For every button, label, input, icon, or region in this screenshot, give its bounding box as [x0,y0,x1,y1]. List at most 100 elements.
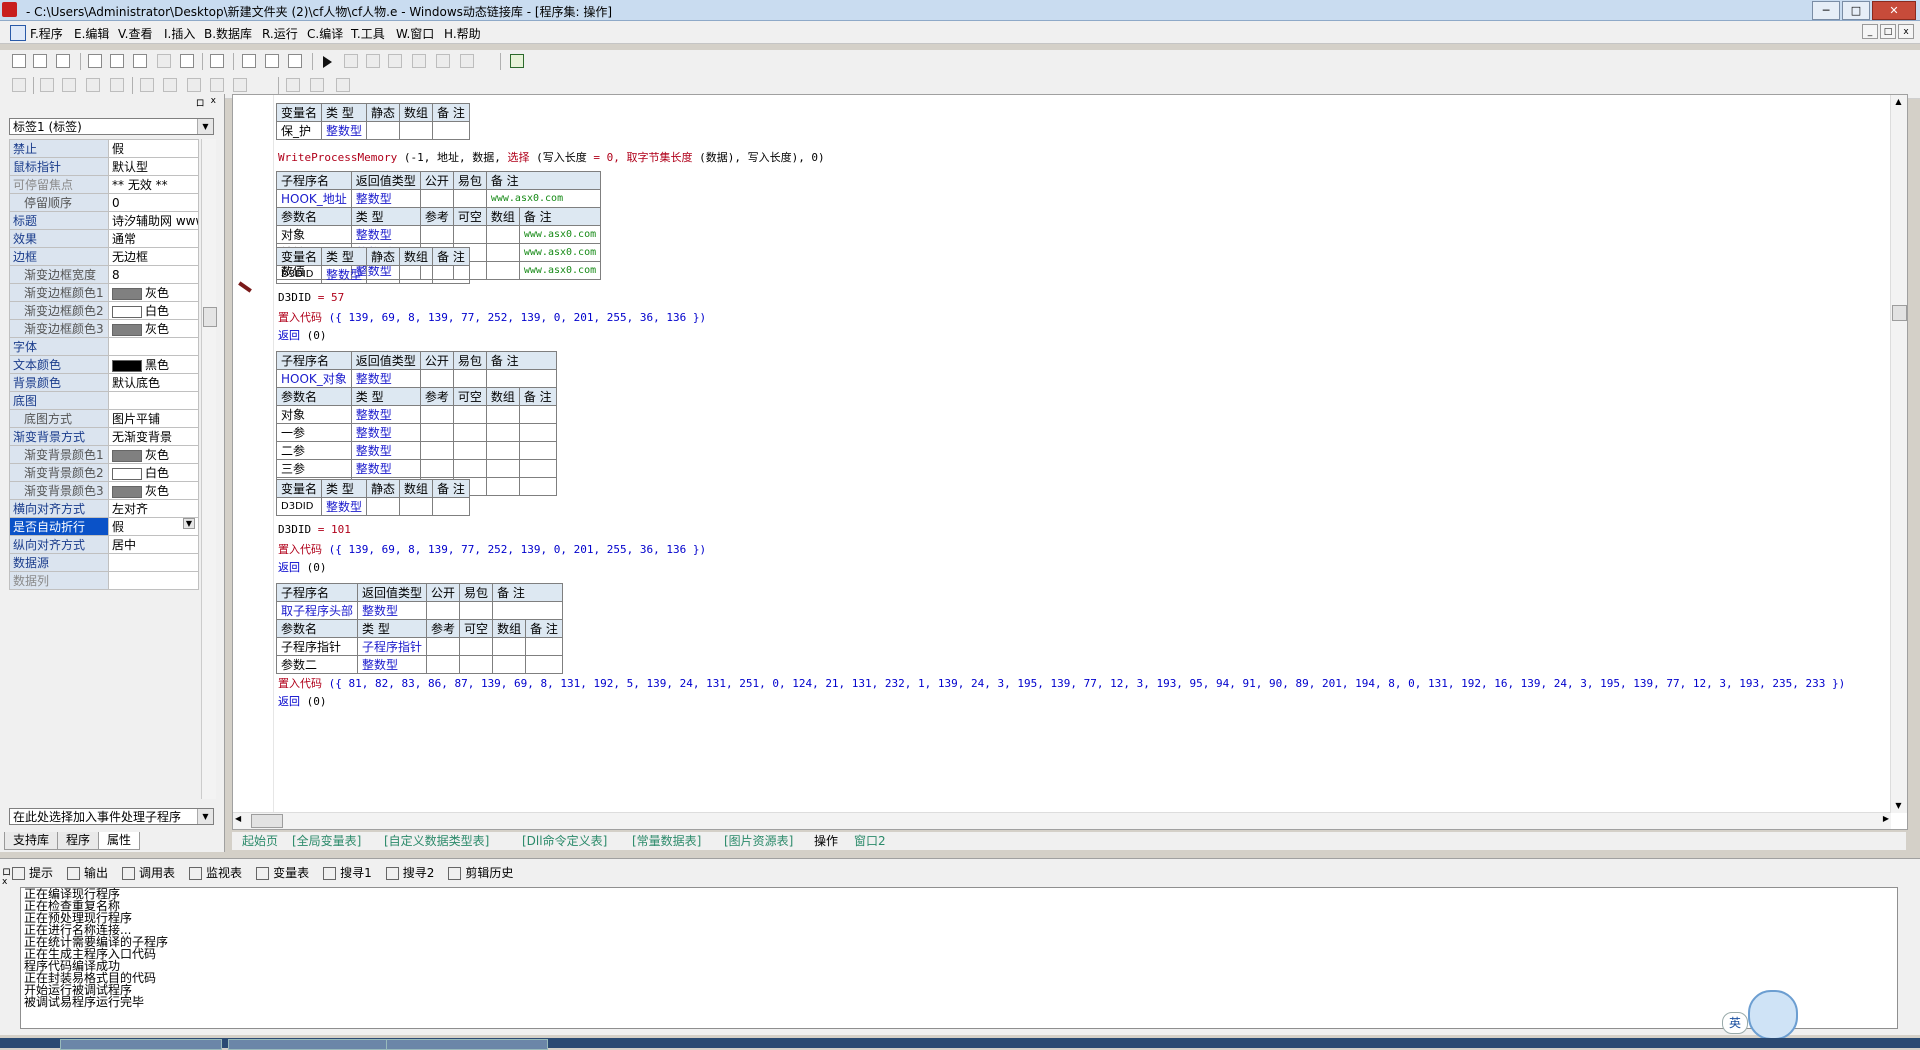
property-name[interactable]: 渐变背景颜色3 [9,481,109,500]
cell[interactable] [452,459,487,478]
property-row[interactable]: 数据源 [9,553,199,572]
cell[interactable] [518,477,557,496]
cell[interactable] [492,601,563,620]
property-name[interactable]: 渐变边框颜色1 [9,283,109,302]
menu-edit[interactable]: E.编辑 [74,25,109,42]
center-v-icon[interactable] [140,78,154,92]
property-name[interactable]: 纵向对齐方式 [9,535,109,554]
property-name[interactable]: 渐变边框颜色2 [9,301,109,320]
cell[interactable] [426,655,461,674]
property-value[interactable]: 默认底色 [108,373,199,392]
cell[interactable] [518,441,557,460]
menu-window[interactable]: W.窗口 [396,25,434,42]
redo-icon[interactable] [157,54,171,68]
sub-return-type[interactable]: 整数型 [350,369,421,388]
watch-icon[interactable] [510,54,524,68]
output-text-area[interactable]: 正在编译现行程序 正在检查重复名称 正在预处理现行程序 正在进行名称连接... … [20,887,1898,1029]
property-row[interactable]: 横向对齐方式 左对齐 [9,499,199,518]
param-type[interactable]: 整数型 [350,441,421,460]
cell[interactable] [452,441,487,460]
property-name[interactable]: 背景颜色 [9,373,109,392]
cell[interactable] [399,265,434,284]
property-value[interactable]: 灰色 [108,319,199,338]
property-name[interactable]: 文本颜色 [9,355,109,374]
cell[interactable] [459,601,494,620]
property-row[interactable]: 底图 [9,391,199,410]
var-name[interactable]: 保_护 [275,121,323,140]
cell[interactable] [366,497,401,516]
step-over-icon[interactable] [388,54,402,68]
mdi-minimize-button[interactable]: _ [1862,24,1878,39]
property-name[interactable]: 横向对齐方式 [9,499,109,518]
property-row[interactable]: 渐变背景方式 无渐变背景 [9,427,199,446]
cell[interactable] [432,121,470,140]
menu-help[interactable]: H.帮助 [444,25,481,42]
property-value[interactable] [108,571,199,590]
cell[interactable] [525,637,563,656]
chevron-down-icon[interactable]: ▼ [197,119,213,134]
same-height-icon[interactable] [233,78,247,92]
menu-compile[interactable]: C.编译 [307,25,343,42]
property-row[interactable]: 文本颜色 黑色 [9,355,199,374]
cell[interactable] [419,459,454,478]
menu-tools[interactable]: T.工具 [351,25,385,42]
tab-watch[interactable]: 监视表 [185,863,246,883]
event-selector[interactable]: 在此处选择加入事件处理子程序 ▼ [9,808,214,825]
layout3-icon[interactable] [288,54,302,68]
property-row[interactable]: 鼠标指针 默认型 [9,157,199,176]
sub-name[interactable]: 取子程序头部 [275,601,359,620]
property-row[interactable]: 是否自动折行假 ▼ [9,517,199,536]
cell[interactable] [518,405,557,424]
property-row[interactable]: 底图方式 图片平铺 [9,409,199,428]
tab-hint[interactable]: 提示 [8,863,57,883]
property-name[interactable]: 鼠标指针 [9,157,109,176]
cell[interactable] [518,459,557,478]
cell[interactable] [419,225,454,244]
align-bottom-icon[interactable] [86,78,100,92]
tab-custom-types[interactable]: [自定义数据类型表] [384,833,489,849]
param-note[interactable]: www.asx0.com [518,225,602,244]
close-button[interactable]: ✕ [1872,1,1916,20]
cell[interactable] [518,423,557,442]
scroll-thumb[interactable] [203,307,217,327]
property-value[interactable]: 无渐变背景 [108,427,199,446]
cell[interactable] [452,369,487,388]
layout2-icon[interactable] [265,54,279,68]
cell[interactable] [366,265,401,284]
param-note[interactable]: www.asx0.com [518,261,602,280]
var-name[interactable]: D3DID [275,497,323,516]
property-value[interactable]: 灰色 [108,445,199,464]
scroll-left-icon[interactable]: ◀ [235,814,241,823]
property-row[interactable]: 字体 [9,337,199,356]
property-name[interactable]: 数据列 [9,571,109,590]
param-name[interactable]: 三参 [276,459,352,478]
scroll-up-icon[interactable]: ▲ [1891,95,1906,109]
property-value[interactable]: 假 ▼ [108,517,199,536]
property-value[interactable]: 诗汐辅助网 www. [108,211,199,230]
property-name[interactable]: 数据源 [9,553,109,572]
menu-run[interactable]: R.运行 [262,25,298,42]
property-name[interactable]: 渐变边框宽度 [9,265,109,284]
space-v-icon[interactable] [187,78,201,92]
property-row[interactable]: 渐变边框颜色1 灰色 [9,283,199,302]
scroll-right-icon[interactable]: ▶ [1883,814,1889,823]
cell[interactable] [485,441,520,460]
property-value[interactable] [108,337,199,356]
cell[interactable] [432,497,470,516]
property-value[interactable]: 默认型 [108,157,199,176]
undo-icon[interactable] [180,54,194,68]
panel-close-button[interactable]: x [2,877,7,887]
sub-return-type[interactable]: 整数型 [357,601,428,620]
var-type[interactable]: 整数型 [321,497,368,516]
stop-icon[interactable] [344,54,358,68]
cell[interactable] [485,477,520,496]
cell[interactable] [525,655,563,674]
layout1-icon[interactable] [242,54,256,68]
param-name[interactable]: 对象 [276,405,352,424]
code-line-inline[interactable]: 置入代码 ({ 139, 69, 8, 139, 77, 252, 139, 0… [278,541,706,557]
cell[interactable] [485,369,557,388]
space-h-icon[interactable] [163,78,177,92]
menu-insert[interactable]: I.插入 [164,25,195,42]
property-value[interactable]: 左对齐 [108,499,199,518]
param-type[interactable]: 子程序指针 [357,637,428,656]
